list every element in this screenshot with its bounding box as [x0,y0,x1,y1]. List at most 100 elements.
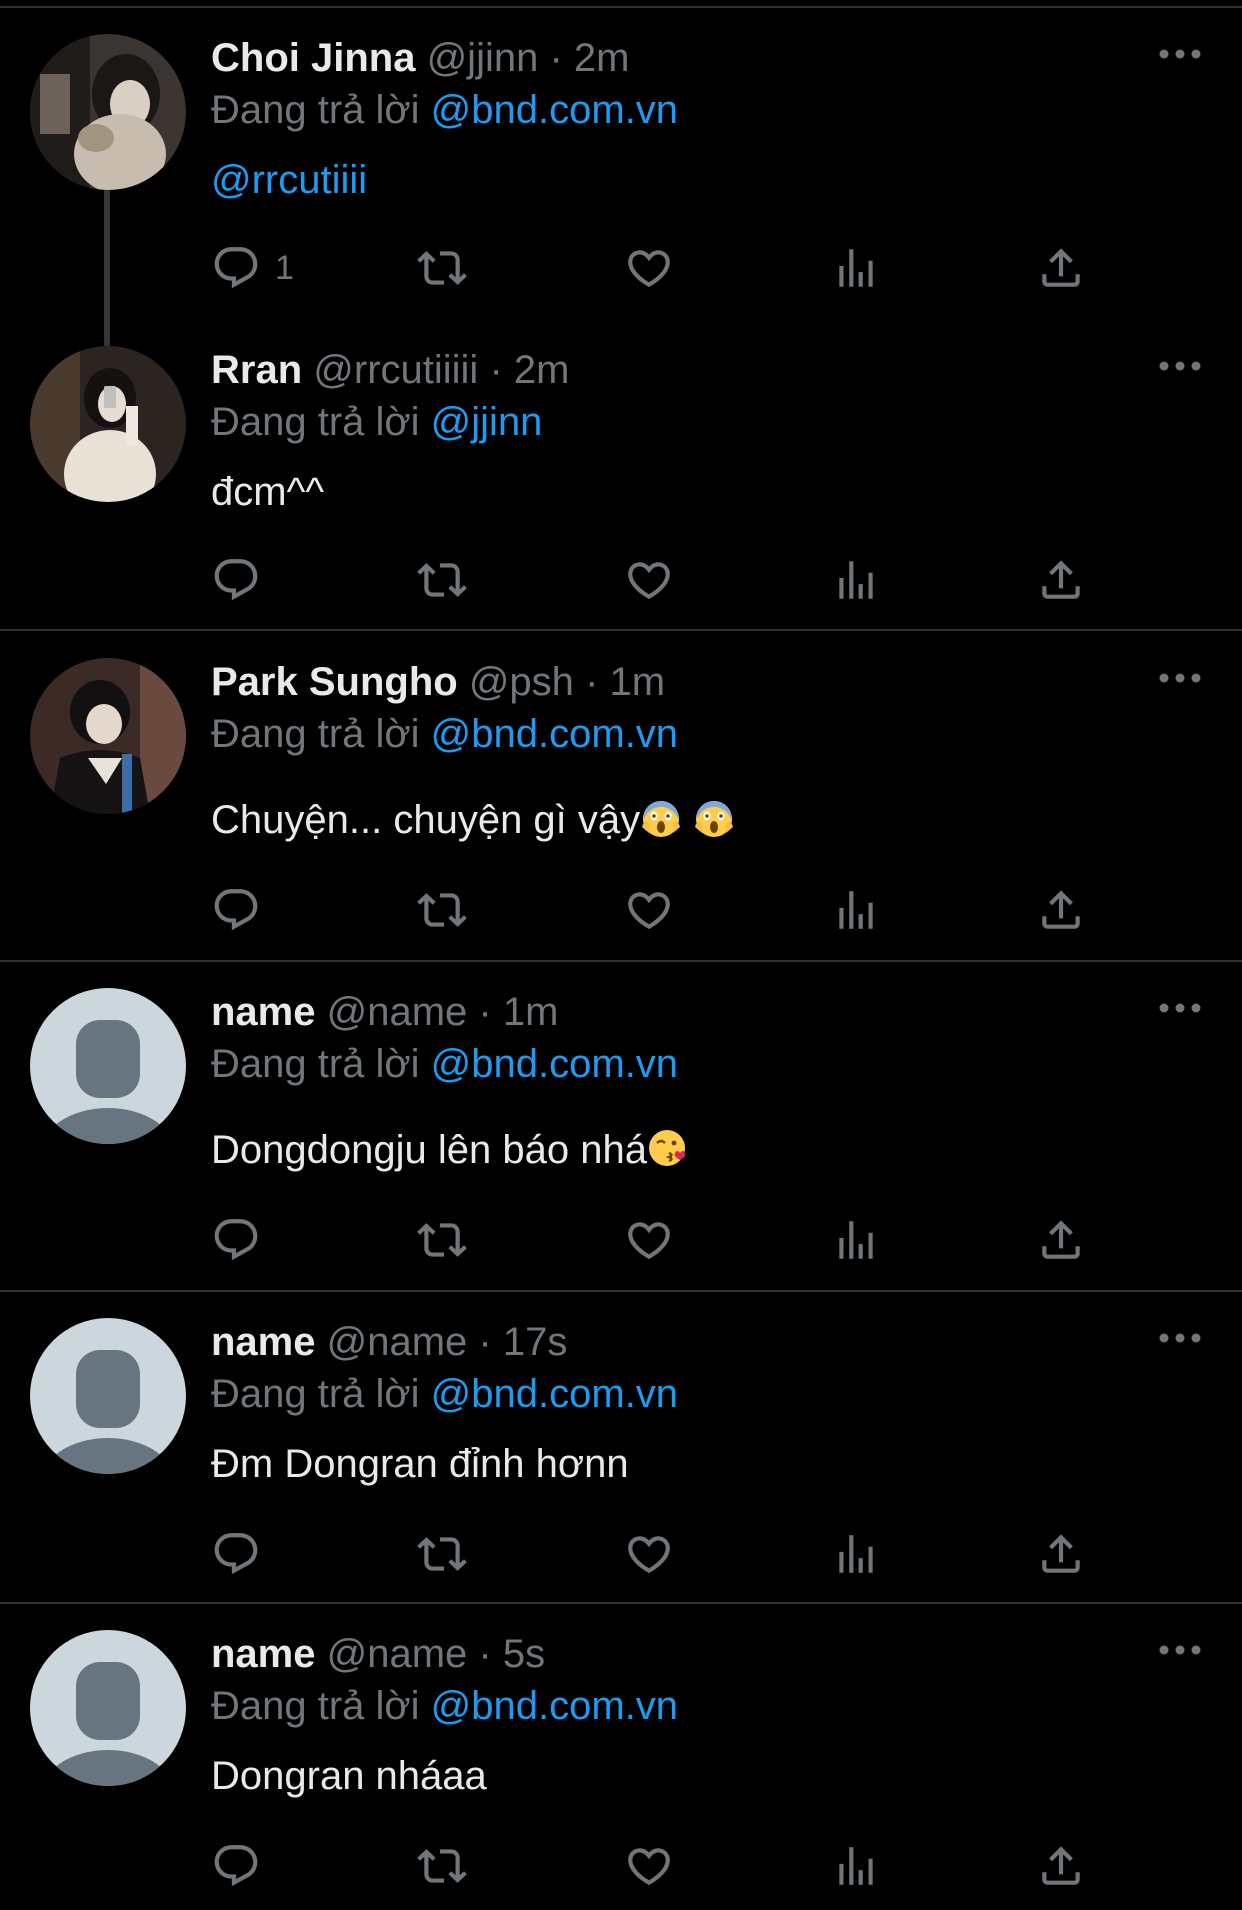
replying-to: Đang trả lời @bnd.com.vn [211,86,678,134]
more-options-icon[interactable] [1158,356,1202,376]
replying-to: Đang trả lời @bnd.com.vn [211,710,678,758]
tweet-body: Dongdongju lên báo nhá [211,1124,689,1176]
user-handle[interactable]: @jjinn [427,36,539,80]
avatar[interactable] [30,988,186,1144]
tweet-text: Dongran nháaa [211,1754,487,1798]
replying-to-mention[interactable]: @bnd.com.vn [431,1684,678,1728]
timestamp[interactable]: 1m [503,990,559,1034]
heart-icon [624,1529,674,1579]
avatar[interactable] [30,1630,186,1786]
replying-to: Đang trả lời @bnd.com.vn [211,1370,678,1418]
avatar[interactable] [30,346,186,502]
tweet-2[interactable]: Rran @rrcutiiiii · 2m Đang trả lời @jjin… [0,312,1242,630]
display-name[interactable]: name [211,1632,316,1676]
share-button[interactable] [1036,880,1086,940]
replying-to-mention[interactable]: @bnd.com.vn [431,1372,678,1416]
retweet-button[interactable] [417,1836,467,1896]
like-button[interactable] [624,1524,674,1584]
tweet-header: Choi Jinna @jjinn · 2m [211,34,630,82]
retweet-button[interactable] [417,550,467,610]
views-button[interactable] [831,1210,881,1270]
more-options-icon[interactable] [1158,44,1202,64]
kissing-face-emoji [647,1127,689,1169]
share-icon [1036,243,1086,293]
tweet-1[interactable]: Choi Jinna @jjinn · 2m Đang trả lời @bnd… [0,0,1242,346]
replying-to: Đang trả lời @bnd.com.vn [211,1040,678,1088]
display-name[interactable]: Choi Jinna [211,36,415,80]
user-handle[interactable]: @rrcutiiiii [313,348,478,392]
separator-dot: · [478,1320,492,1364]
share-button[interactable] [1036,1524,1086,1584]
reply-button[interactable] [211,880,261,940]
reply-icon [211,1841,261,1891]
bar-chart-icon [831,243,881,293]
retweet-icon [417,555,467,605]
views-button[interactable] [831,880,881,940]
timestamp[interactable]: 2m [574,36,630,80]
more-options-icon[interactable] [1158,668,1202,688]
reply-button[interactable] [211,1836,261,1896]
user-handle[interactable]: @name [327,990,468,1034]
timestamp[interactable]: 5s [503,1632,545,1676]
views-button[interactable] [831,1524,881,1584]
like-button[interactable] [624,880,674,940]
reply-button[interactable] [211,550,261,610]
avatar[interactable] [30,1318,186,1474]
retweet-button[interactable] [417,1210,467,1270]
reply-icon [211,555,261,605]
tweet-5[interactable]: name @name · 17s Đang trả lời @bnd.com.v… [0,1284,1242,1602]
reply-icon [211,1215,261,1265]
replying-to-mention[interactable]: @bnd.com.vn [431,88,678,132]
heart-icon [624,555,674,605]
views-button[interactable] [831,550,881,610]
like-button[interactable] [624,238,674,298]
like-button[interactable] [624,1210,674,1270]
tweet-6[interactable]: name @name · 5s Đang trả lời @bnd.com.vn… [0,1596,1242,1910]
reply-button[interactable] [211,1524,261,1584]
default-avatar-icon [30,988,186,1144]
user-handle[interactable]: @name [327,1320,468,1364]
retweet-button[interactable] [417,880,467,940]
retweet-icon [417,1215,467,1265]
display-name[interactable]: Rran [211,348,302,392]
like-button[interactable] [624,1836,674,1896]
retweet-button[interactable] [417,1524,467,1584]
display-name[interactable]: name [211,990,316,1034]
more-options-icon[interactable] [1158,998,1202,1018]
replying-to-mention[interactable]: @bnd.com.vn [431,1042,678,1086]
share-button[interactable] [1036,550,1086,610]
tweet-4[interactable]: name @name · 1m Đang trả lời @bnd.com.vn… [0,954,1242,1290]
replying-to-label: Đang trả lời [211,1684,420,1728]
tweet-3[interactable]: Park Sungho @psh · 1m Đang trả lời @bnd.… [0,624,1242,960]
separator-dot: · [549,36,563,80]
avatar[interactable] [30,658,186,814]
tweet-text: Dongdongju lên báo nhá [211,1128,647,1172]
replying-to-mention[interactable]: @bnd.com.vn [431,712,678,756]
share-button[interactable] [1036,1836,1086,1896]
more-options-icon[interactable] [1158,1328,1202,1348]
more-options-icon[interactable] [1158,1640,1202,1660]
reply-button[interactable]: 1 [211,238,294,298]
share-button[interactable] [1036,238,1086,298]
tweet-header: name @name · 5s [211,1630,545,1678]
views-button[interactable] [831,1836,881,1896]
user-handle[interactable]: @psh [469,660,574,704]
display-name[interactable]: Park Sungho [211,660,458,704]
reply-button[interactable] [211,1210,261,1270]
tweet-text: Chuyện... chuyện gì vậy [211,798,641,842]
avatar[interactable] [30,34,186,190]
bar-chart-icon [831,885,881,935]
views-button[interactable] [831,238,881,298]
replying-to-mention[interactable]: @jjinn [431,400,543,444]
timestamp[interactable]: 1m [610,660,666,704]
tweet-text-mention[interactable]: @rrcutiiii [211,154,367,206]
user-handle[interactable]: @name [327,1632,468,1676]
bar-chart-icon [831,1529,881,1579]
like-button[interactable] [624,550,674,610]
timestamp[interactable]: 17s [503,1320,568,1364]
retweet-button[interactable] [417,238,467,298]
display-name[interactable]: name [211,1320,316,1364]
bar-chart-icon [831,1215,881,1265]
share-button[interactable] [1036,1210,1086,1270]
timestamp[interactable]: 2m [514,348,570,392]
